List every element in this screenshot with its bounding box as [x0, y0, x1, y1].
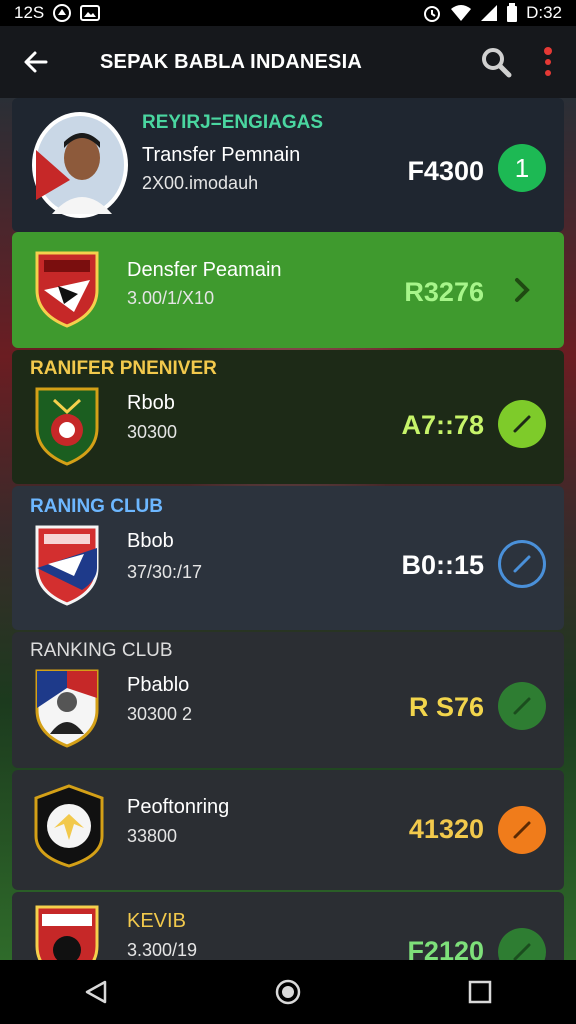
edit-button[interactable] [498, 540, 546, 588]
edit-button[interactable] [498, 682, 546, 730]
card-header: RANIFER PNENIVER [30, 358, 217, 379]
card-price: R3276 [404, 277, 484, 307]
status-clock: D:32 [526, 3, 562, 22]
card-sub: 30300 [127, 422, 178, 442]
card-sub: 3.00/1/X10 [127, 288, 215, 308]
card-header: RANING CLUB [30, 496, 163, 517]
recents-square-icon [468, 980, 492, 1004]
chevron-right-icon [515, 278, 530, 302]
status-time: 12S [14, 3, 45, 22]
card-name: Peoftonring [127, 796, 230, 818]
list-item[interactable]: KEVIB 3.300/19 F2120 [12, 892, 564, 960]
card-price: F4300 [407, 156, 484, 186]
transfer-list[interactable]: REYIRJ=ENGIAGAS Transfer Pemnain 2X00.im… [12, 98, 564, 960]
status-left: 12S [14, 3, 101, 23]
card-name: KEVIB [127, 910, 186, 932]
player-avatar [30, 110, 130, 225]
app-bar: SEPAK BABLA INDANESIA [0, 26, 576, 98]
list-item[interactable]: RANING CLUB Bbob 37/30:/17 B0::15 [12, 486, 564, 630]
card-price: B0::15 [401, 550, 484, 580]
card-sub: 2X00.imodauh [142, 173, 259, 193]
app-actions [480, 46, 576, 78]
crest-icon [34, 250, 100, 333]
alarm-icon [422, 3, 442, 23]
system-nav-bar [0, 960, 576, 1024]
search-icon [482, 48, 512, 78]
edit-button[interactable] [498, 928, 546, 960]
edit-button[interactable] [498, 400, 546, 448]
crest-icon [34, 668, 100, 753]
card-name: Rbob [127, 392, 175, 414]
status-bar: 12S D:32 [0, 0, 576, 26]
nav-home-button[interactable] [248, 960, 328, 1024]
card-price: R S76 [408, 692, 484, 722]
crest-icon [34, 904, 100, 960]
edit-button[interactable] [498, 806, 546, 854]
card-name: Transfer Pemnain [142, 144, 301, 166]
card-header: REYIRJ=ENGIAGAS [142, 112, 324, 133]
wifi-icon [450, 4, 472, 22]
crest-icon [34, 784, 104, 873]
action-count: 1 [514, 152, 530, 183]
more-vert-icon [544, 47, 552, 76]
card-header: RANKING CLUB [30, 640, 173, 661]
card-sub: 30300 2 [127, 704, 193, 724]
list-item[interactable]: Densfer Peamain 3.00/1/X10 R3276 [12, 232, 564, 348]
crest-icon [34, 524, 100, 611]
card-price: 41320 [408, 814, 484, 844]
card-sub: 3.300/19 [127, 940, 198, 960]
list-item[interactable]: Peoftonring 33800 41320 [12, 770, 564, 890]
card-name: Densfer Peamain [127, 259, 282, 281]
nav-back-button[interactable] [56, 960, 136, 1024]
card-name: Pbablo [127, 674, 190, 696]
search-button[interactable] [480, 46, 512, 78]
list-item[interactable]: REYIRJ=ENGIAGAS Transfer Pemnain 2X00.im… [12, 98, 564, 232]
more-button[interactable] [542, 46, 554, 78]
signal-icon [480, 4, 498, 22]
home-circle-icon [275, 979, 301, 1005]
pencil-icon [513, 697, 531, 715]
list-item[interactable]: RANKING CLUB Pbablo 30300 2 R S76 [12, 632, 564, 768]
card-price: A7::78 [401, 410, 484, 440]
pencil-icon [513, 555, 531, 573]
list-item[interactable]: RANIFER PNENIVER Rbob 30300 A7::78 [12, 350, 564, 484]
card-price: F2120 [407, 936, 484, 960]
card-name: Bbob [127, 530, 174, 552]
picture-icon [80, 5, 101, 21]
battery-icon [506, 3, 518, 23]
pencil-icon [513, 943, 531, 960]
crest-icon [34, 386, 100, 471]
nav-recents-button[interactable] [440, 960, 520, 1024]
vpn-icon [52, 3, 72, 23]
status-right: D:32 [422, 3, 562, 23]
pencil-icon [513, 821, 531, 839]
card-sub: 37/30:/17 [127, 562, 203, 582]
card-sub: 33800 [127, 826, 178, 846]
arrow-left-icon [24, 51, 48, 73]
back-button[interactable] [0, 26, 72, 98]
pencil-icon [513, 415, 531, 433]
open-button[interactable] [498, 266, 546, 314]
action-button[interactable]: 1 [498, 144, 546, 192]
page-title: SEPAK BABLA INDANESIA [100, 50, 362, 73]
back-triangle-icon [85, 980, 107, 1004]
